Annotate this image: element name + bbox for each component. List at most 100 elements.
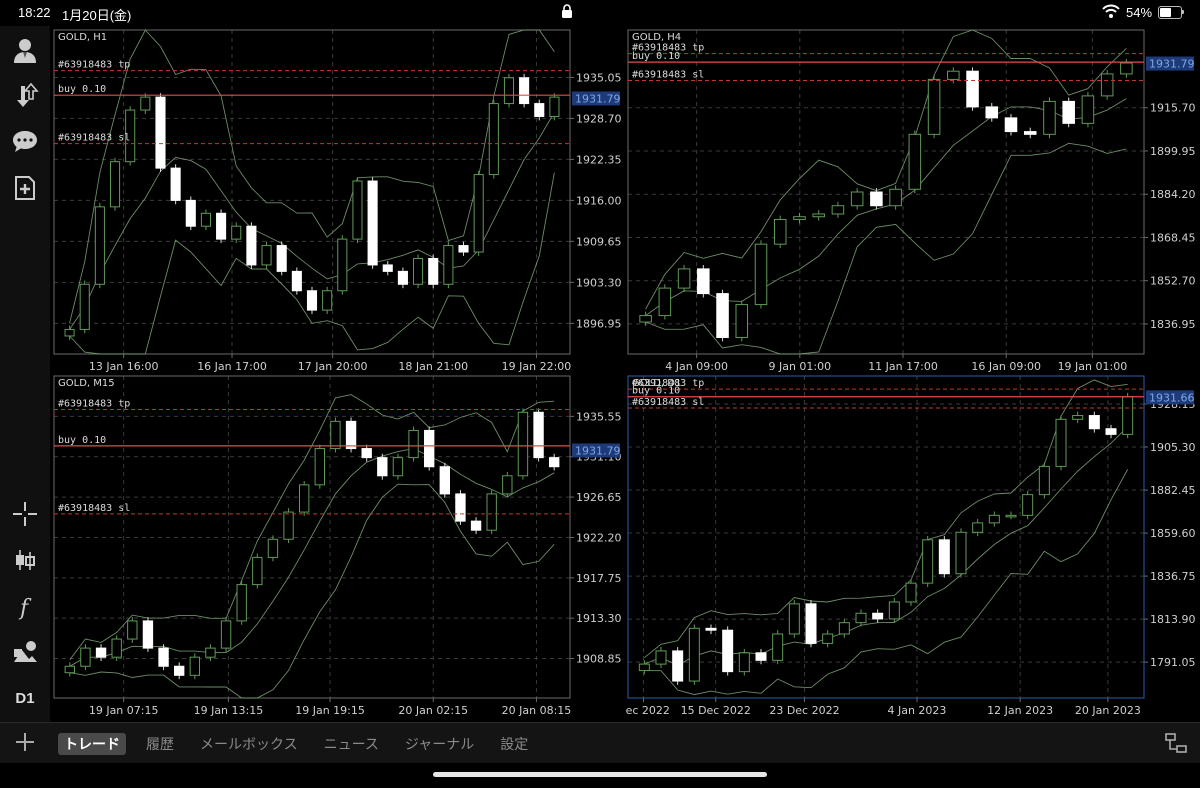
chart-gold-d1[interactable]: #63918483 tpbuy 0.10#63918483 slGOLD, D1… bbox=[626, 374, 1196, 720]
home-indicator bbox=[433, 772, 767, 777]
y-tick-label: 1836.95 bbox=[1150, 318, 1196, 331]
candle bbox=[458, 245, 469, 253]
tab-history[interactable]: 履歴 bbox=[140, 733, 180, 755]
current-price-label: 1931.79 bbox=[1149, 58, 1195, 71]
add-chart-icon[interactable] bbox=[9, 172, 41, 204]
candle bbox=[127, 620, 138, 640]
tab-list: トレード 履歴 メールボックス ニュース ジャーナル 設定 bbox=[58, 733, 534, 755]
chat-icon[interactable] bbox=[9, 126, 41, 158]
candle bbox=[142, 620, 154, 649]
candle bbox=[755, 652, 767, 661]
status-time: 18:22 bbox=[18, 5, 51, 20]
candle bbox=[688, 627, 700, 682]
candle bbox=[1088, 415, 1100, 430]
tab-journal[interactable]: ジャーナル bbox=[399, 733, 480, 755]
candle bbox=[905, 582, 917, 603]
panel-layout-icon[interactable] bbox=[1164, 731, 1188, 755]
candle bbox=[938, 539, 950, 575]
battery-icon bbox=[1158, 6, 1182, 19]
candle bbox=[155, 96, 166, 169]
candle bbox=[185, 199, 196, 227]
candle bbox=[855, 612, 867, 624]
x-tick-label: 23 Dec 2022 bbox=[769, 704, 839, 717]
left-toolbar: f D1 bbox=[0, 26, 50, 722]
bottom-tab-bar: トレード 履歴 メールボックス ニュース ジャーナル 設定 bbox=[0, 722, 1200, 763]
candle bbox=[1023, 131, 1037, 135]
y-tick-label: 1852.70 bbox=[1150, 275, 1196, 288]
tp-label: #63918483 tp bbox=[58, 60, 130, 71]
candle bbox=[716, 293, 729, 339]
svg-text:f: f bbox=[18, 596, 32, 620]
y-tick-label: 1882.45 bbox=[1150, 484, 1196, 497]
candle bbox=[1100, 73, 1114, 97]
candle bbox=[738, 652, 750, 673]
quotes-icon[interactable] bbox=[9, 80, 41, 112]
candle bbox=[236, 584, 247, 622]
x-tick-label: 9 Jan 01:00 bbox=[768, 360, 831, 373]
x-tick-label: 13 Jan 16:00 bbox=[89, 360, 159, 373]
chart-type-icon[interactable] bbox=[9, 544, 41, 576]
candle bbox=[697, 268, 710, 295]
candle bbox=[908, 133, 922, 190]
y-tick-label: 1791.05 bbox=[1150, 656, 1196, 669]
buy-label: buy 0.10 bbox=[58, 84, 106, 95]
account-icon[interactable] bbox=[9, 34, 41, 66]
candle bbox=[408, 429, 419, 459]
tab-trade[interactable]: トレード bbox=[58, 733, 126, 755]
candle bbox=[705, 627, 717, 631]
chart-gold-m15[interactable]: #63918483 tp buy 0.10 #63918483 sl GOLD, M1… bbox=[52, 374, 622, 720]
candle bbox=[549, 457, 560, 468]
candle bbox=[955, 531, 967, 575]
candle bbox=[392, 457, 404, 477]
candle bbox=[1055, 418, 1067, 467]
candle bbox=[231, 225, 242, 240]
add-icon[interactable] bbox=[14, 731, 36, 753]
battery-percent: 54% bbox=[1126, 5, 1153, 20]
candle bbox=[773, 218, 787, 245]
chart-gold-h1[interactable]: #63918483 tp buy 0.10 #63918483 sl GOLD, H1… bbox=[52, 28, 622, 376]
candle bbox=[638, 663, 650, 672]
x-tick-label: 19 Jan 22:00 bbox=[502, 360, 572, 373]
candle bbox=[549, 96, 560, 117]
y-tick-label: 1868.45 bbox=[1150, 231, 1196, 244]
y-tick-label: 1884.20 bbox=[1150, 188, 1196, 201]
candle bbox=[831, 205, 845, 215]
candle bbox=[345, 420, 357, 450]
crosshair-icon[interactable] bbox=[9, 498, 41, 530]
tab-settings[interactable]: 設定 bbox=[494, 733, 534, 755]
candle bbox=[1043, 100, 1056, 135]
y-tick-label: 1905.30 bbox=[1150, 441, 1196, 454]
candle bbox=[276, 245, 287, 272]
x-tick-label: 16 Jan 17:00 bbox=[197, 360, 267, 373]
candle bbox=[424, 429, 435, 468]
candle bbox=[473, 174, 484, 253]
buy-label: buy 0.10 bbox=[632, 51, 680, 62]
tab-mailbox[interactable]: メールボックス bbox=[194, 733, 304, 755]
indicators-icon[interactable]: f bbox=[9, 590, 41, 622]
candle bbox=[439, 466, 450, 495]
candle bbox=[382, 264, 393, 272]
candle bbox=[927, 78, 941, 135]
candle bbox=[470, 520, 482, 531]
candle bbox=[872, 612, 884, 620]
y-tick-label: 1908.85 bbox=[576, 653, 622, 666]
chart-gold-h4[interactable]: #63918483 tpbuy 0.10#63918483 slGOLD, H4… bbox=[626, 28, 1196, 376]
candle bbox=[502, 475, 513, 495]
candle bbox=[200, 212, 211, 227]
tab-news[interactable]: ニュース bbox=[318, 733, 385, 755]
y-tick-label: 1903.30 bbox=[576, 276, 622, 289]
candle bbox=[1120, 62, 1133, 75]
candle bbox=[838, 622, 850, 635]
candle bbox=[519, 77, 530, 105]
symbol-label: GOLD, H1 bbox=[58, 32, 107, 43]
candle bbox=[822, 633, 834, 644]
candle bbox=[735, 304, 749, 339]
y-tick-label: 1922.35 bbox=[576, 153, 622, 166]
timeframe-button[interactable]: D1 bbox=[9, 682, 41, 714]
x-tick-label: 12 Jan 2023 bbox=[987, 704, 1053, 717]
candle bbox=[352, 180, 363, 240]
candle bbox=[220, 620, 232, 649]
objects-icon[interactable] bbox=[9, 636, 41, 668]
candle bbox=[283, 511, 294, 540]
y-tick-label: 1909.65 bbox=[576, 235, 622, 248]
